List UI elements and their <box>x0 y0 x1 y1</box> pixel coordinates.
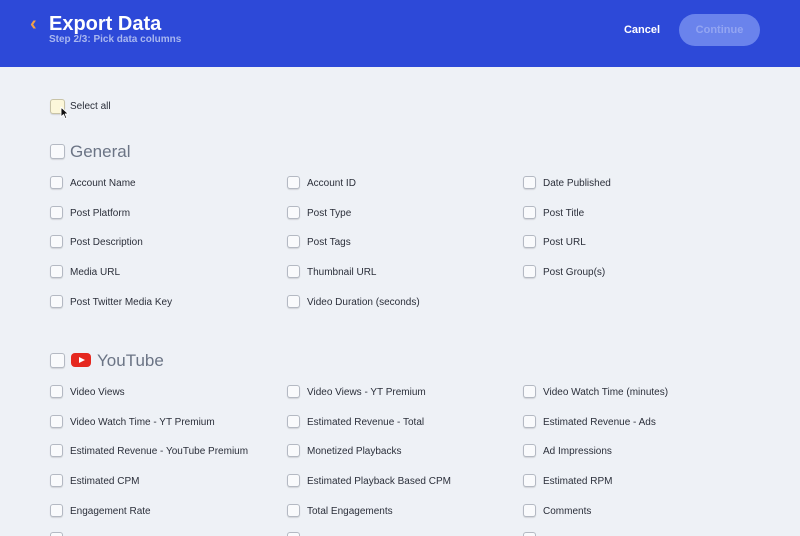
column-label: Post Platform <box>70 208 131 219</box>
youtube-logo-icon <box>71 353 91 367</box>
column-checkbox[interactable] <box>287 532 300 536</box>
column-checkbox[interactable] <box>523 444 536 457</box>
column-label: Video Duration (seconds) <box>307 297 420 308</box>
column-checkbox[interactable] <box>523 532 536 536</box>
column-checkbox[interactable] <box>287 474 300 487</box>
header-bar: ‹ Export Data Step 2/3: Pick data column… <box>0 0 800 67</box>
column-label: Post Tags <box>307 237 351 248</box>
step-indicator: Step 2/3: Pick data columns <box>49 34 182 45</box>
column-label: Estimated Playback Based CPM <box>307 476 451 487</box>
column-label: Account ID <box>307 178 356 189</box>
column-label: Post Group(s) <box>543 267 606 278</box>
column-checkbox[interactable] <box>287 206 300 219</box>
section-title-youtube: YouTube <box>97 351 164 370</box>
column-checkbox[interactable] <box>50 235 63 248</box>
cancel-button[interactable]: Cancel <box>614 18 670 42</box>
column-label: Media URL <box>70 267 121 278</box>
column-label: Estimated CPM <box>70 476 140 487</box>
column-label: Ad Impressions <box>543 446 612 457</box>
column-checkbox[interactable] <box>287 235 300 248</box>
column-checkbox[interactable] <box>523 415 536 428</box>
column-checkbox[interactable] <box>50 532 63 536</box>
column-checkbox[interactable] <box>50 265 63 278</box>
column-label: Post Description <box>70 237 143 248</box>
column-label: Account Name <box>70 178 136 189</box>
section-checkbox-general[interactable] <box>50 144 65 159</box>
select-all-label: Select all <box>70 101 111 112</box>
mouse-cursor-icon <box>60 106 69 120</box>
column-checkbox[interactable] <box>287 385 300 398</box>
column-label: Comments <box>543 506 592 517</box>
column-checkbox[interactable] <box>523 385 536 398</box>
column-checkbox[interactable] <box>50 444 63 457</box>
column-label: Thumbnail URL <box>307 267 377 278</box>
column-label: Engagement Rate <box>70 506 151 517</box>
column-label: Post Type <box>307 208 352 219</box>
column-checkbox[interactable] <box>523 265 536 278</box>
column-label: Video Watch Time (minutes) <box>543 387 669 398</box>
column-checkbox[interactable] <box>50 295 63 308</box>
column-label: Video Views - YT Premium <box>307 387 426 398</box>
column-checkbox[interactable] <box>50 415 63 428</box>
continue-button[interactable]: Continue <box>679 14 760 46</box>
column-checkbox[interactable] <box>287 415 300 428</box>
column-checkbox[interactable] <box>523 235 536 248</box>
column-label: Post Twitter Media Key <box>70 297 173 308</box>
column-label: Monetized Playbacks <box>307 446 402 457</box>
column-checkbox[interactable] <box>523 474 536 487</box>
section-title-general: General <box>70 142 131 161</box>
column-checkbox[interactable] <box>50 385 63 398</box>
column-label: Date Published <box>543 178 611 189</box>
column-label: Estimated Revenue - YouTube Premium <box>70 446 249 457</box>
back-chevron-icon[interactable]: ‹ <box>30 14 42 34</box>
column-label: Video Watch Time - YT Premium <box>70 417 215 428</box>
column-checkbox[interactable] <box>287 176 300 189</box>
column-label: Estimated RPM <box>543 476 613 487</box>
column-label: Post Title <box>543 208 585 219</box>
column-checkbox[interactable] <box>287 295 300 308</box>
column-checkbox[interactable] <box>50 504 63 517</box>
column-checkbox[interactable] <box>50 206 63 219</box>
column-checkbox[interactable] <box>523 176 536 189</box>
column-label: Video Views <box>70 387 125 398</box>
column-checkbox[interactable] <box>523 206 536 219</box>
column-checkbox[interactable] <box>50 474 63 487</box>
column-label: Post URL <box>543 237 586 248</box>
section-checkbox-youtube[interactable] <box>50 353 65 368</box>
column-label: Total Engagements <box>307 506 393 517</box>
column-checkbox[interactable] <box>287 444 300 457</box>
column-checkbox[interactable] <box>287 265 300 278</box>
column-checkbox[interactable] <box>523 504 536 517</box>
column-label: Estimated Revenue - Ads <box>543 417 656 428</box>
column-checkbox[interactable] <box>50 176 63 189</box>
column-label: Estimated Revenue - Total <box>307 417 425 428</box>
page-title: Export Data <box>49 13 162 35</box>
column-checkbox[interactable] <box>287 504 300 517</box>
